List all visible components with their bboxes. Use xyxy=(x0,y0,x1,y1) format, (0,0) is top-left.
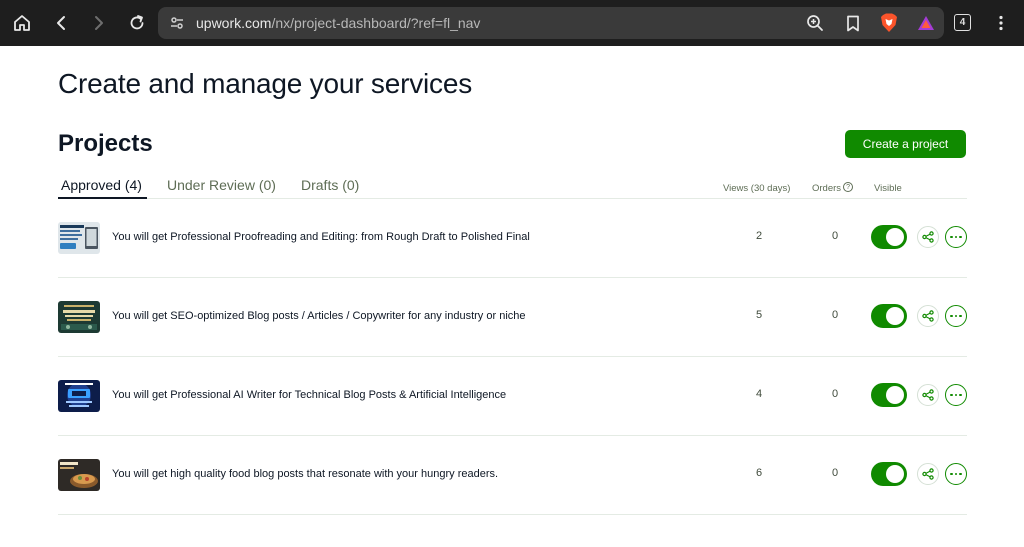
project-row: You will get SEO-optimized Blog posts / … xyxy=(58,278,967,357)
project-thumbnail[interactable] xyxy=(58,301,100,333)
toggle-knob xyxy=(886,465,904,483)
project-title[interactable]: You will get Professional Proofreading a… xyxy=(112,231,530,243)
more-icon xyxy=(950,314,962,318)
project-views: 2 xyxy=(755,230,763,242)
column-header-views: Views (30 days) xyxy=(723,183,791,194)
bookmark-icon[interactable] xyxy=(838,8,868,38)
project-row: You will get Professional AI Writer for … xyxy=(58,357,967,436)
project-orders: 0 xyxy=(831,309,839,321)
column-header-orders-label: Orders xyxy=(812,183,842,194)
home-icon[interactable] xyxy=(7,8,37,38)
project-orders: 0 xyxy=(831,230,839,242)
page-title: Create and manage your services xyxy=(58,68,473,99)
share-icon xyxy=(922,468,934,480)
project-orders: 0 xyxy=(831,388,839,400)
share-button[interactable] xyxy=(917,384,939,406)
zoom-icon[interactable] xyxy=(800,8,830,38)
url-domain: upwork.com xyxy=(196,15,272,31)
column-header-orders: Orders? xyxy=(812,182,854,194)
tab-approved[interactable]: Approved (4) xyxy=(61,177,142,193)
brave-rewards-icon[interactable] xyxy=(911,8,941,38)
visible-toggle[interactable] xyxy=(871,462,907,486)
share-icon xyxy=(922,231,934,243)
site-settings-icon[interactable] xyxy=(162,8,192,38)
toggle-knob xyxy=(886,228,904,246)
url-text: upwork.com/nx/project-dashboard/?ref=fl_… xyxy=(196,15,480,31)
toggle-knob xyxy=(886,386,904,404)
visible-toggle[interactable] xyxy=(871,304,907,328)
brave-shield-icon[interactable] xyxy=(874,8,904,38)
project-thumbnail[interactable] xyxy=(58,459,100,491)
project-views: 4 xyxy=(755,388,763,400)
more-icon xyxy=(950,393,962,397)
share-button[interactable] xyxy=(917,463,939,485)
more-options-button[interactable] xyxy=(945,384,967,406)
share-button[interactable] xyxy=(917,305,939,327)
project-row: You will get Professional Proofreading a… xyxy=(58,199,967,278)
back-icon[interactable] xyxy=(46,8,76,38)
menu-icon[interactable] xyxy=(986,8,1016,38)
browser-toolbar: upwork.com/nx/project-dashboard/?ref=fl_… xyxy=(0,0,1024,46)
tab-count-icon[interactable]: 4 xyxy=(954,14,971,31)
more-options-button[interactable] xyxy=(945,463,967,485)
project-title[interactable]: You will get Professional AI Writer for … xyxy=(112,389,506,401)
section-title: Projects xyxy=(58,130,153,157)
tab-under-review[interactable]: Under Review (0) xyxy=(167,177,276,193)
project-thumbnail[interactable] xyxy=(58,380,100,412)
more-options-button[interactable] xyxy=(945,226,967,248)
project-views: 6 xyxy=(755,467,763,479)
toggle-knob xyxy=(886,307,904,325)
tab-drafts[interactable]: Drafts (0) xyxy=(301,177,359,193)
project-row: You will get high quality food blog post… xyxy=(58,436,967,515)
share-icon xyxy=(922,389,934,401)
share-button[interactable] xyxy=(917,226,939,248)
forward-icon[interactable] xyxy=(84,8,114,38)
project-orders: 0 xyxy=(831,467,839,479)
project-views: 5 xyxy=(755,309,763,321)
more-icon xyxy=(950,472,962,476)
project-title[interactable]: You will get SEO-optimized Blog posts / … xyxy=(112,310,526,322)
url-path: /nx/project-dashboard/?ref=fl_nav xyxy=(271,15,481,31)
column-header-visible: Visible xyxy=(874,183,902,194)
reload-icon[interactable] xyxy=(122,8,152,38)
help-icon[interactable]: ? xyxy=(843,182,854,193)
visible-toggle[interactable] xyxy=(871,225,907,249)
more-icon xyxy=(950,235,962,239)
more-options-button[interactable] xyxy=(945,305,967,327)
visible-toggle[interactable] xyxy=(871,383,907,407)
create-project-button[interactable]: Create a project xyxy=(845,130,966,158)
project-thumbnail[interactable] xyxy=(58,222,100,254)
share-icon xyxy=(922,310,934,322)
project-title[interactable]: You will get high quality food blog post… xyxy=(112,468,498,480)
